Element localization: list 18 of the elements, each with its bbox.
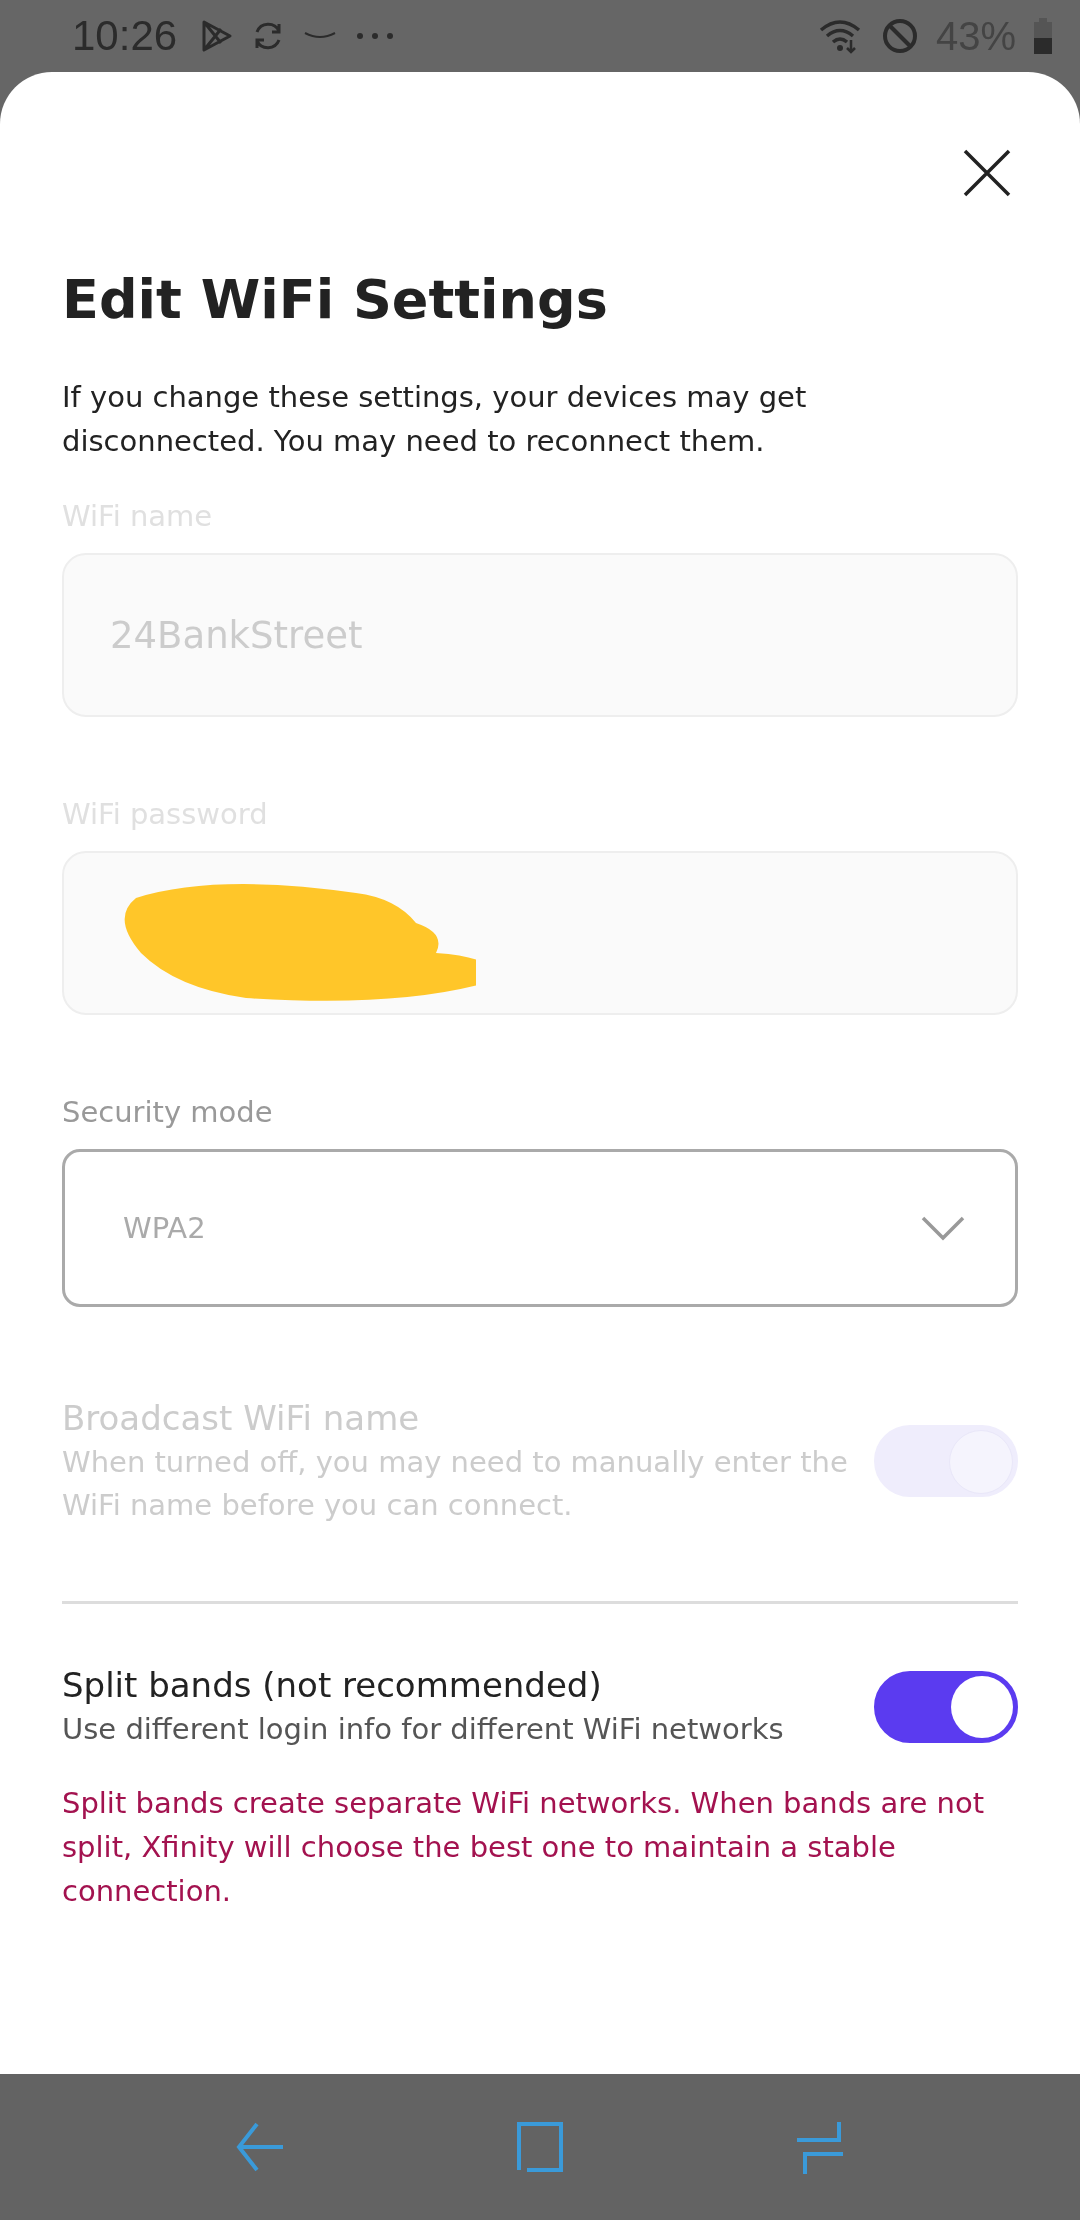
do-not-disturb-icon [881, 18, 918, 54]
warning-text: Split bands create separate WiFi networks. When bands are not split, Xfinity will choose the best one to maintain a stable connection. [62, 1785, 985, 1910]
dialog-description: If you change these settings, your devices may get disconnected. You may need to reconnect them. [62, 379, 808, 460]
chevron-down-icon [921, 1215, 965, 1241]
close-button[interactable] [962, 148, 1012, 198]
security-mode-dropdown[interactable]: WPA2 [62, 1149, 1018, 1307]
status-time: 10:26 [72, 12, 178, 60]
field-label: Security mode [62, 1095, 274, 1129]
setting-title: Split bands (not recommended) [62, 1664, 603, 1707]
dialog-title: Edit WiFi Settings [62, 268, 609, 331]
recent-apps-icon[interactable] [795, 2120, 845, 2174]
more-icon [355, 32, 396, 40]
home-icon[interactable] [515, 2120, 565, 2174]
close-icon [962, 148, 1012, 198]
setting-description: Use different login info for different WiFi networks [62, 1711, 785, 1748]
back-icon[interactable] [235, 2120, 285, 2174]
battery-icon [1034, 18, 1052, 54]
dropdown-value: WPA2 [123, 1211, 206, 1245]
